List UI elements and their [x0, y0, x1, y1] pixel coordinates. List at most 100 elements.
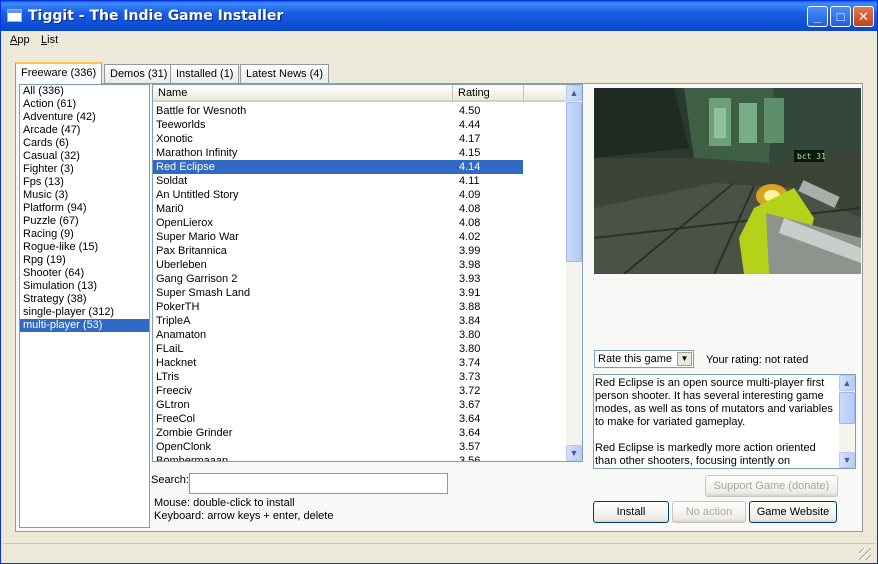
table-row[interactable]: PokerTH 3.88: [153, 300, 566, 314]
table-row[interactable]: OpenLierox 4.08: [153, 216, 566, 230]
minimize-icon: _: [813, 9, 822, 24]
game-name: An Untitled Story: [156, 189, 239, 201]
game-list[interactable]: Name Rating Battle for Wesnoth 4.50 Teewor…: [152, 84, 583, 462]
menu-list[interactable]: List: [41, 34, 58, 46]
resize-grip-icon[interactable]: [859, 548, 871, 560]
table-row[interactable]: OpenClonk 3.57: [153, 440, 566, 454]
game-website-button[interactable]: Game Website: [749, 501, 837, 523]
scroll-up-button[interactable]: ▲: [566, 85, 582, 101]
table-row[interactable]: Teeworlds 4.44: [153, 118, 566, 132]
category-item[interactable]: Rpg (19): [20, 254, 149, 267]
table-row[interactable]: LTris 3.73: [153, 370, 566, 384]
category-item[interactable]: single-player (312): [20, 306, 149, 319]
game-name: Uberleben: [156, 259, 207, 271]
category-item[interactable]: Casual (32): [20, 150, 149, 163]
game-rating: 4.44: [459, 119, 481, 131]
scroll-thumb[interactable]: [566, 102, 582, 262]
game-name: OpenLierox: [156, 217, 213, 229]
table-row[interactable]: FreeCol 3.64: [153, 412, 566, 426]
table-row[interactable]: GLtron 3.67: [153, 398, 566, 412]
table-row[interactable]: Freeciv 3.72: [153, 384, 566, 398]
column-rating[interactable]: Rating: [453, 85, 524, 101]
tab-installed[interactable]: Installed (1): [170, 64, 240, 83]
tab-freeware[interactable]: Freeware (336): [15, 62, 103, 84]
category-item[interactable]: Music (3): [20, 189, 149, 202]
table-row[interactable]: TripleA 3.84: [153, 314, 566, 328]
title-bar[interactable]: Tiggit - The Indie Game Installer _ □ ✕: [1, 1, 877, 31]
game-rating: 3.74: [459, 357, 481, 369]
category-item[interactable]: Simulation (13): [20, 280, 149, 293]
game-rating: 3.72: [459, 385, 481, 397]
game-name: Red Eclipse: [156, 161, 215, 173]
table-row[interactable]: Gang Garrison 2 3.93: [153, 272, 566, 286]
category-item[interactable]: Cards (6): [20, 137, 149, 150]
description-paragraph: Red Eclipse is an open source multi-play…: [595, 377, 833, 428]
scroll-thumb[interactable]: [839, 392, 855, 424]
table-row[interactable]: Uberleben 3.98: [153, 258, 566, 272]
install-button[interactable]: Install: [593, 501, 669, 523]
table-row[interactable]: An Untitled Story 4.09: [153, 188, 566, 202]
table-row[interactable]: Bombermaaan 3.56: [153, 454, 566, 462]
game-name: Teeworlds: [156, 119, 206, 131]
arrow-down-icon: ▼: [569, 448, 579, 458]
description-scrollbar[interactable]: ▲ ▼: [839, 375, 855, 468]
table-row[interactable]: Zombie Grinder 3.64: [153, 426, 566, 440]
minimize-button[interactable]: _: [807, 6, 828, 27]
rate-select-value: Rate this game: [598, 353, 672, 365]
scroll-down-button[interactable]: ▼: [566, 445, 582, 461]
close-button[interactable]: ✕: [853, 6, 874, 27]
category-item[interactable]: Platform (94): [20, 202, 149, 215]
category-item[interactable]: Strategy (38): [20, 293, 149, 306]
chevron-down-icon[interactable]: ▼: [677, 352, 692, 366]
table-row[interactable]: Xonotic 4.17: [153, 132, 566, 146]
table-row[interactable]: Battle for Wesnoth 4.50: [153, 104, 566, 118]
no-action-button[interactable]: No action: [672, 501, 746, 523]
table-row[interactable]: Super Smash Land 3.91: [153, 286, 566, 300]
maximize-button[interactable]: □: [830, 6, 851, 27]
game-screenshot: bct 31: [594, 88, 861, 274]
category-item[interactable]: multi-player (53): [20, 319, 149, 332]
category-item[interactable]: Fps (13): [20, 176, 149, 189]
table-row[interactable]: Red Eclipse 4.14: [153, 159, 524, 175]
game-rating: 3.93: [459, 273, 481, 285]
table-row[interactable]: Mari0 4.08: [153, 202, 566, 216]
category-item[interactable]: Puzzle (67): [20, 215, 149, 228]
game-rating: 4.14: [459, 161, 481, 173]
category-item[interactable]: Rogue-like (15): [20, 241, 149, 254]
game-description[interactable]: Red Eclipse is an open source multi-play…: [593, 374, 856, 469]
table-row[interactable]: Anamaton 3.80: [153, 328, 566, 342]
category-item[interactable]: Fighter (3): [20, 163, 149, 176]
list-scrollbar[interactable]: ▲ ▼: [566, 85, 582, 461]
search-input[interactable]: [189, 473, 448, 494]
category-item[interactable]: All (336): [20, 85, 149, 98]
category-item[interactable]: Shooter (64): [20, 267, 149, 280]
table-row[interactable]: Hacknet 3.74: [153, 356, 566, 370]
game-name: Bombermaaan: [156, 455, 229, 462]
table-row[interactable]: Super Mario War 4.02: [153, 230, 566, 244]
table-row[interactable]: FLaiL 3.80: [153, 342, 566, 356]
game-name: TripleA: [156, 315, 191, 327]
arrow-up-icon: ▲: [569, 88, 579, 98]
support-game-button[interactable]: Support Game (donate): [705, 475, 838, 497]
category-item[interactable]: Arcade (47): [20, 124, 149, 137]
category-list[interactable]: All (336) Action (61) Adventure (42) Arcade…: [19, 84, 150, 528]
game-rating: 3.84: [459, 315, 481, 327]
scroll-down-button[interactable]: ▼: [839, 452, 855, 468]
search-label: Search:: [151, 474, 189, 486]
category-item[interactable]: Racing (9): [20, 228, 149, 241]
app-window: Tiggit - The Indie Game Installer _ □ ✕ …: [0, 0, 878, 564]
game-rating: 3.99: [459, 245, 481, 257]
table-row[interactable]: Soldat 4.11: [153, 174, 566, 188]
category-item[interactable]: Adventure (42): [20, 111, 149, 124]
scroll-up-button[interactable]: ▲: [839, 375, 855, 391]
rate-game-select[interactable]: Rate this game ▼: [594, 350, 694, 368]
category-item[interactable]: Action (61): [20, 98, 149, 111]
menu-app[interactable]: App: [10, 34, 30, 46]
tab-latest-news[interactable]: Latest News (4): [240, 64, 330, 83]
game-name: Battle for Wesnoth: [156, 105, 247, 117]
game-rating: 4.08: [459, 217, 481, 229]
tab-demos[interactable]: Demos (31): [104, 64, 174, 83]
table-row[interactable]: Pax Britannica 3.99: [153, 244, 566, 258]
column-name[interactable]: Name: [153, 85, 453, 101]
table-row[interactable]: Marathon Infinity 4.15: [153, 146, 566, 160]
